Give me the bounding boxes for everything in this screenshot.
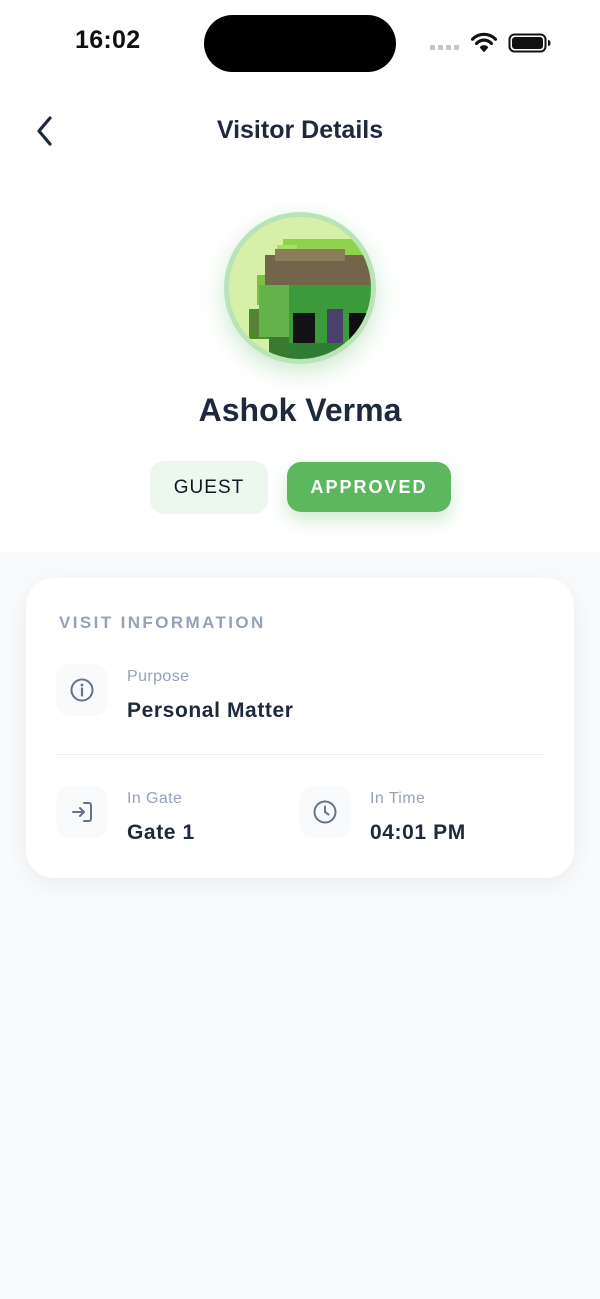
status-time: 16:02: [75, 26, 141, 54]
visitor-name: Ashok Verma: [198, 392, 402, 428]
divider: [56, 754, 544, 755]
avatar: [224, 212, 376, 364]
purpose-icon-box: [56, 664, 108, 716]
section-title: VISIT INFORMATION: [59, 613, 266, 632]
page-title: Visitor Details: [216, 116, 384, 144]
cellular-signal-icon: [430, 45, 459, 50]
status-badge: APPROVED: [287, 462, 451, 512]
visitor-type-badge: GUEST: [150, 461, 268, 514]
in-gate-value: Gate 1: [127, 821, 195, 844]
in-time-icon-box: [299, 786, 351, 838]
in-time-label: In Time: [370, 790, 426, 807]
avatar-photo: [229, 217, 371, 359]
in-gate-icon-box: [56, 786, 108, 838]
battery-icon: [508, 33, 551, 53]
in-gate-label: In Gate: [127, 790, 183, 807]
purpose-value: Personal Matter: [127, 699, 294, 722]
wifi-icon: [471, 32, 497, 52]
login-icon: [72, 802, 92, 822]
in-time-value: 04:01 PM: [370, 821, 466, 844]
dynamic-island: [204, 15, 396, 72]
purpose-label: Purpose: [127, 668, 190, 685]
info-icon: [70, 678, 94, 702]
visit-information-card: VISIT INFORMATION Purpose Personal Matte…: [26, 578, 574, 878]
clock-icon: [313, 800, 337, 824]
